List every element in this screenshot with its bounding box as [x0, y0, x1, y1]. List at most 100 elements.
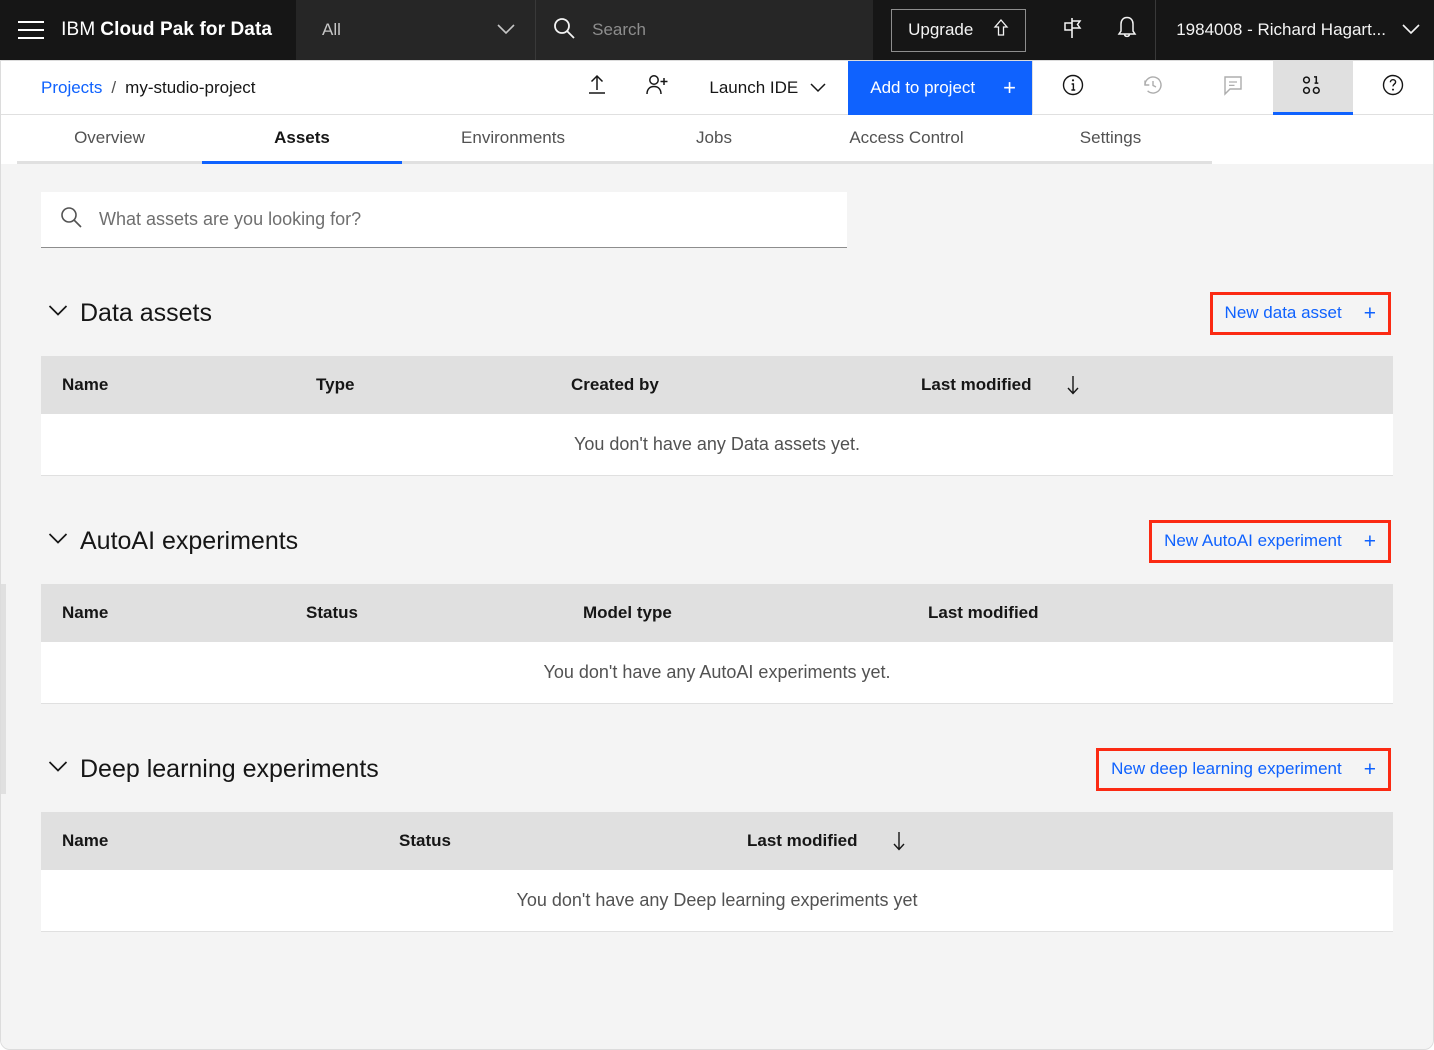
- assets-search-input[interactable]: What assets are you looking for?: [41, 192, 847, 248]
- column-header-last-modified[interactable]: Last modified: [747, 831, 906, 851]
- comment-icon: [1221, 73, 1245, 102]
- column-header-last-modified[interactable]: Last modified: [921, 375, 1080, 395]
- assets-page-content: What assets are you looking for? Data as…: [1, 164, 1433, 932]
- user-account-menu[interactable]: 1984008 - Richard Hagart...: [1155, 0, 1434, 60]
- table-data-assets: Name Type Created by Last modified You d…: [41, 356, 1393, 476]
- add-collaborator-button[interactable]: [627, 61, 687, 115]
- brand-product: Cloud Pak for Data: [100, 19, 273, 40]
- table-empty-row: You don't have any Deep learning experim…: [41, 870, 1393, 932]
- content-scrollbar[interactable]: [1, 164, 6, 1048]
- section-title-autoai-experiments: AutoAI experiments: [80, 526, 299, 555]
- section-header-deep-learning-experiments: Deep learning experiments New deep learn…: [41, 747, 1391, 791]
- scope-dropdown-value: All: [322, 20, 341, 39]
- history-clock-icon: [1141, 73, 1165, 102]
- info-button[interactable]: [1033, 61, 1113, 115]
- column-header-last-modified-label: Last modified: [921, 375, 1032, 394]
- tab-assets[interactable]: Assets: [202, 115, 402, 164]
- column-header-name[interactable]: Name: [41, 831, 399, 851]
- column-header-status[interactable]: Status: [399, 831, 747, 851]
- upgrade-button[interactable]: Upgrade: [891, 8, 1027, 52]
- data-panel-button[interactable]: [1273, 61, 1353, 115]
- launch-ide-dropdown[interactable]: Launch IDE: [687, 61, 848, 115]
- global-search-input[interactable]: Search: [535, 0, 874, 60]
- add-to-project-label: Add to project: [870, 77, 976, 97]
- column-header-created-by[interactable]: Created by: [571, 375, 921, 395]
- table-empty-row: You don't have any AutoAI experiments ye…: [41, 642, 1393, 704]
- tab-jobs[interactable]: Jobs: [624, 115, 804, 164]
- brand-ibm: IBM: [61, 19, 96, 40]
- section-toggle-autoai-experiments[interactable]: [41, 524, 75, 558]
- scope-dropdown[interactable]: All: [296, 0, 536, 60]
- upload-button[interactable]: [567, 61, 627, 115]
- chevron-down-icon: [810, 78, 826, 98]
- section-title-data-assets: Data assets: [80, 298, 213, 327]
- upload-icon: [585, 73, 609, 102]
- bell-icon: [1115, 15, 1139, 46]
- assets-main-area: What assets are you looking for? Data as…: [1, 164, 1433, 1048]
- new-deep-learning-experiment-link[interactable]: New deep learning experiment +: [1111, 759, 1376, 780]
- tab-settings[interactable]: Settings: [1009, 115, 1212, 164]
- chevron-down-icon: [497, 20, 515, 40]
- table-header-row: Name Type Created by Last modified: [41, 356, 1393, 414]
- tab-environments[interactable]: Environments: [402, 115, 624, 164]
- tab-overview[interactable]: Overview: [17, 115, 202, 164]
- signpost-button[interactable]: [1044, 0, 1099, 60]
- table-header-row: Name Status Last modified: [41, 812, 1393, 870]
- table-deep-learning-experiments: Name Status Last modified You don't have…: [41, 812, 1393, 932]
- content-scrollbar-thumb[interactable]: [1, 584, 6, 794]
- new-deep-learning-experiment-highlight: New deep learning experiment +: [1096, 747, 1391, 791]
- section-autoai-experiments: AutoAI experiments New AutoAI experiment…: [41, 519, 1393, 704]
- notifications-button[interactable]: [1100, 0, 1155, 60]
- column-header-last-modified[interactable]: Last modified: [928, 603, 1039, 623]
- utility-button-group: [1032, 61, 1433, 115]
- column-header-status[interactable]: Status: [306, 603, 583, 623]
- hamburger-menu-icon: [17, 20, 44, 40]
- brand-title[interactable]: IBM Cloud Pak for Data: [61, 0, 296, 60]
- chevron-down-icon: [1402, 20, 1420, 40]
- tab-environments-label: Environments: [461, 128, 565, 147]
- column-header-model-type[interactable]: Model type: [583, 603, 928, 623]
- breadcrumb-projects-link[interactable]: Projects: [41, 78, 102, 98]
- tab-assets-label: Assets: [274, 128, 330, 147]
- empty-message-autoai-experiments: You don't have any AutoAI experiments ye…: [543, 662, 891, 682]
- launch-ide-label: Launch IDE: [709, 77, 799, 97]
- global-search-placeholder: Search: [592, 20, 646, 39]
- new-autoai-experiment-label: New AutoAI experiment: [1164, 531, 1342, 550]
- column-header-name[interactable]: Name: [41, 375, 316, 395]
- new-data-asset-highlight: New data asset +: [1209, 291, 1391, 335]
- section-toggle-deep-learning-experiments[interactable]: [41, 752, 75, 786]
- empty-message-data-assets: You don't have any Data assets yet.: [574, 434, 860, 454]
- user-account-label: 1984008 - Richard Hagart...: [1176, 20, 1386, 39]
- new-data-asset-label: New data asset: [1224, 303, 1342, 322]
- empty-message-deep-learning-experiments: You don't have any Deep learning experim…: [516, 890, 918, 910]
- new-data-asset-link[interactable]: New data asset +: [1225, 303, 1376, 324]
- upgrade-arrow-icon: [993, 18, 1009, 42]
- table-header-row: Name Status Model type Last modified: [41, 584, 1393, 642]
- section-title-deep-learning-experiments: Deep learning experiments: [80, 754, 379, 783]
- history-button[interactable]: [1113, 61, 1193, 115]
- assets-search-placeholder: What assets are you looking for?: [99, 209, 362, 229]
- arrow-down-icon: [1066, 375, 1080, 395]
- project-tabs: Overview Assets Environments Jobs Access…: [1, 115, 1433, 164]
- plus-icon: +: [1363, 301, 1376, 325]
- help-button[interactable]: [1353, 61, 1433, 115]
- comments-button[interactable]: [1193, 61, 1273, 115]
- signpost-icon: [1060, 16, 1084, 45]
- tab-jobs-label: Jobs: [696, 128, 732, 147]
- column-header-name[interactable]: Name: [41, 603, 306, 623]
- info-icon: [1061, 73, 1085, 102]
- add-user-icon: [644, 73, 670, 102]
- upgrade-button-wrapper: Upgrade: [873, 0, 1044, 60]
- section-toggle-data-assets[interactable]: [41, 296, 75, 330]
- new-autoai-experiment-link[interactable]: New AutoAI experiment +: [1164, 531, 1376, 552]
- tabs-tail: [1212, 115, 1433, 164]
- plus-icon: +: [1003, 74, 1016, 100]
- section-data-assets: Data assets New data asset + Name Type C…: [41, 291, 1393, 476]
- tab-settings-label: Settings: [1079, 128, 1142, 147]
- tab-access-control[interactable]: Access Control: [804, 115, 1009, 164]
- hamburger-menu-button[interactable]: [0, 0, 61, 60]
- project-action-bar: Projects / my-studio-project Launch IDE …: [1, 61, 1433, 115]
- new-deep-learning-experiment-label: New deep learning experiment: [1111, 759, 1342, 778]
- column-header-type[interactable]: Type: [316, 375, 571, 395]
- add-to-project-button[interactable]: Add to project +: [848, 61, 1032, 115]
